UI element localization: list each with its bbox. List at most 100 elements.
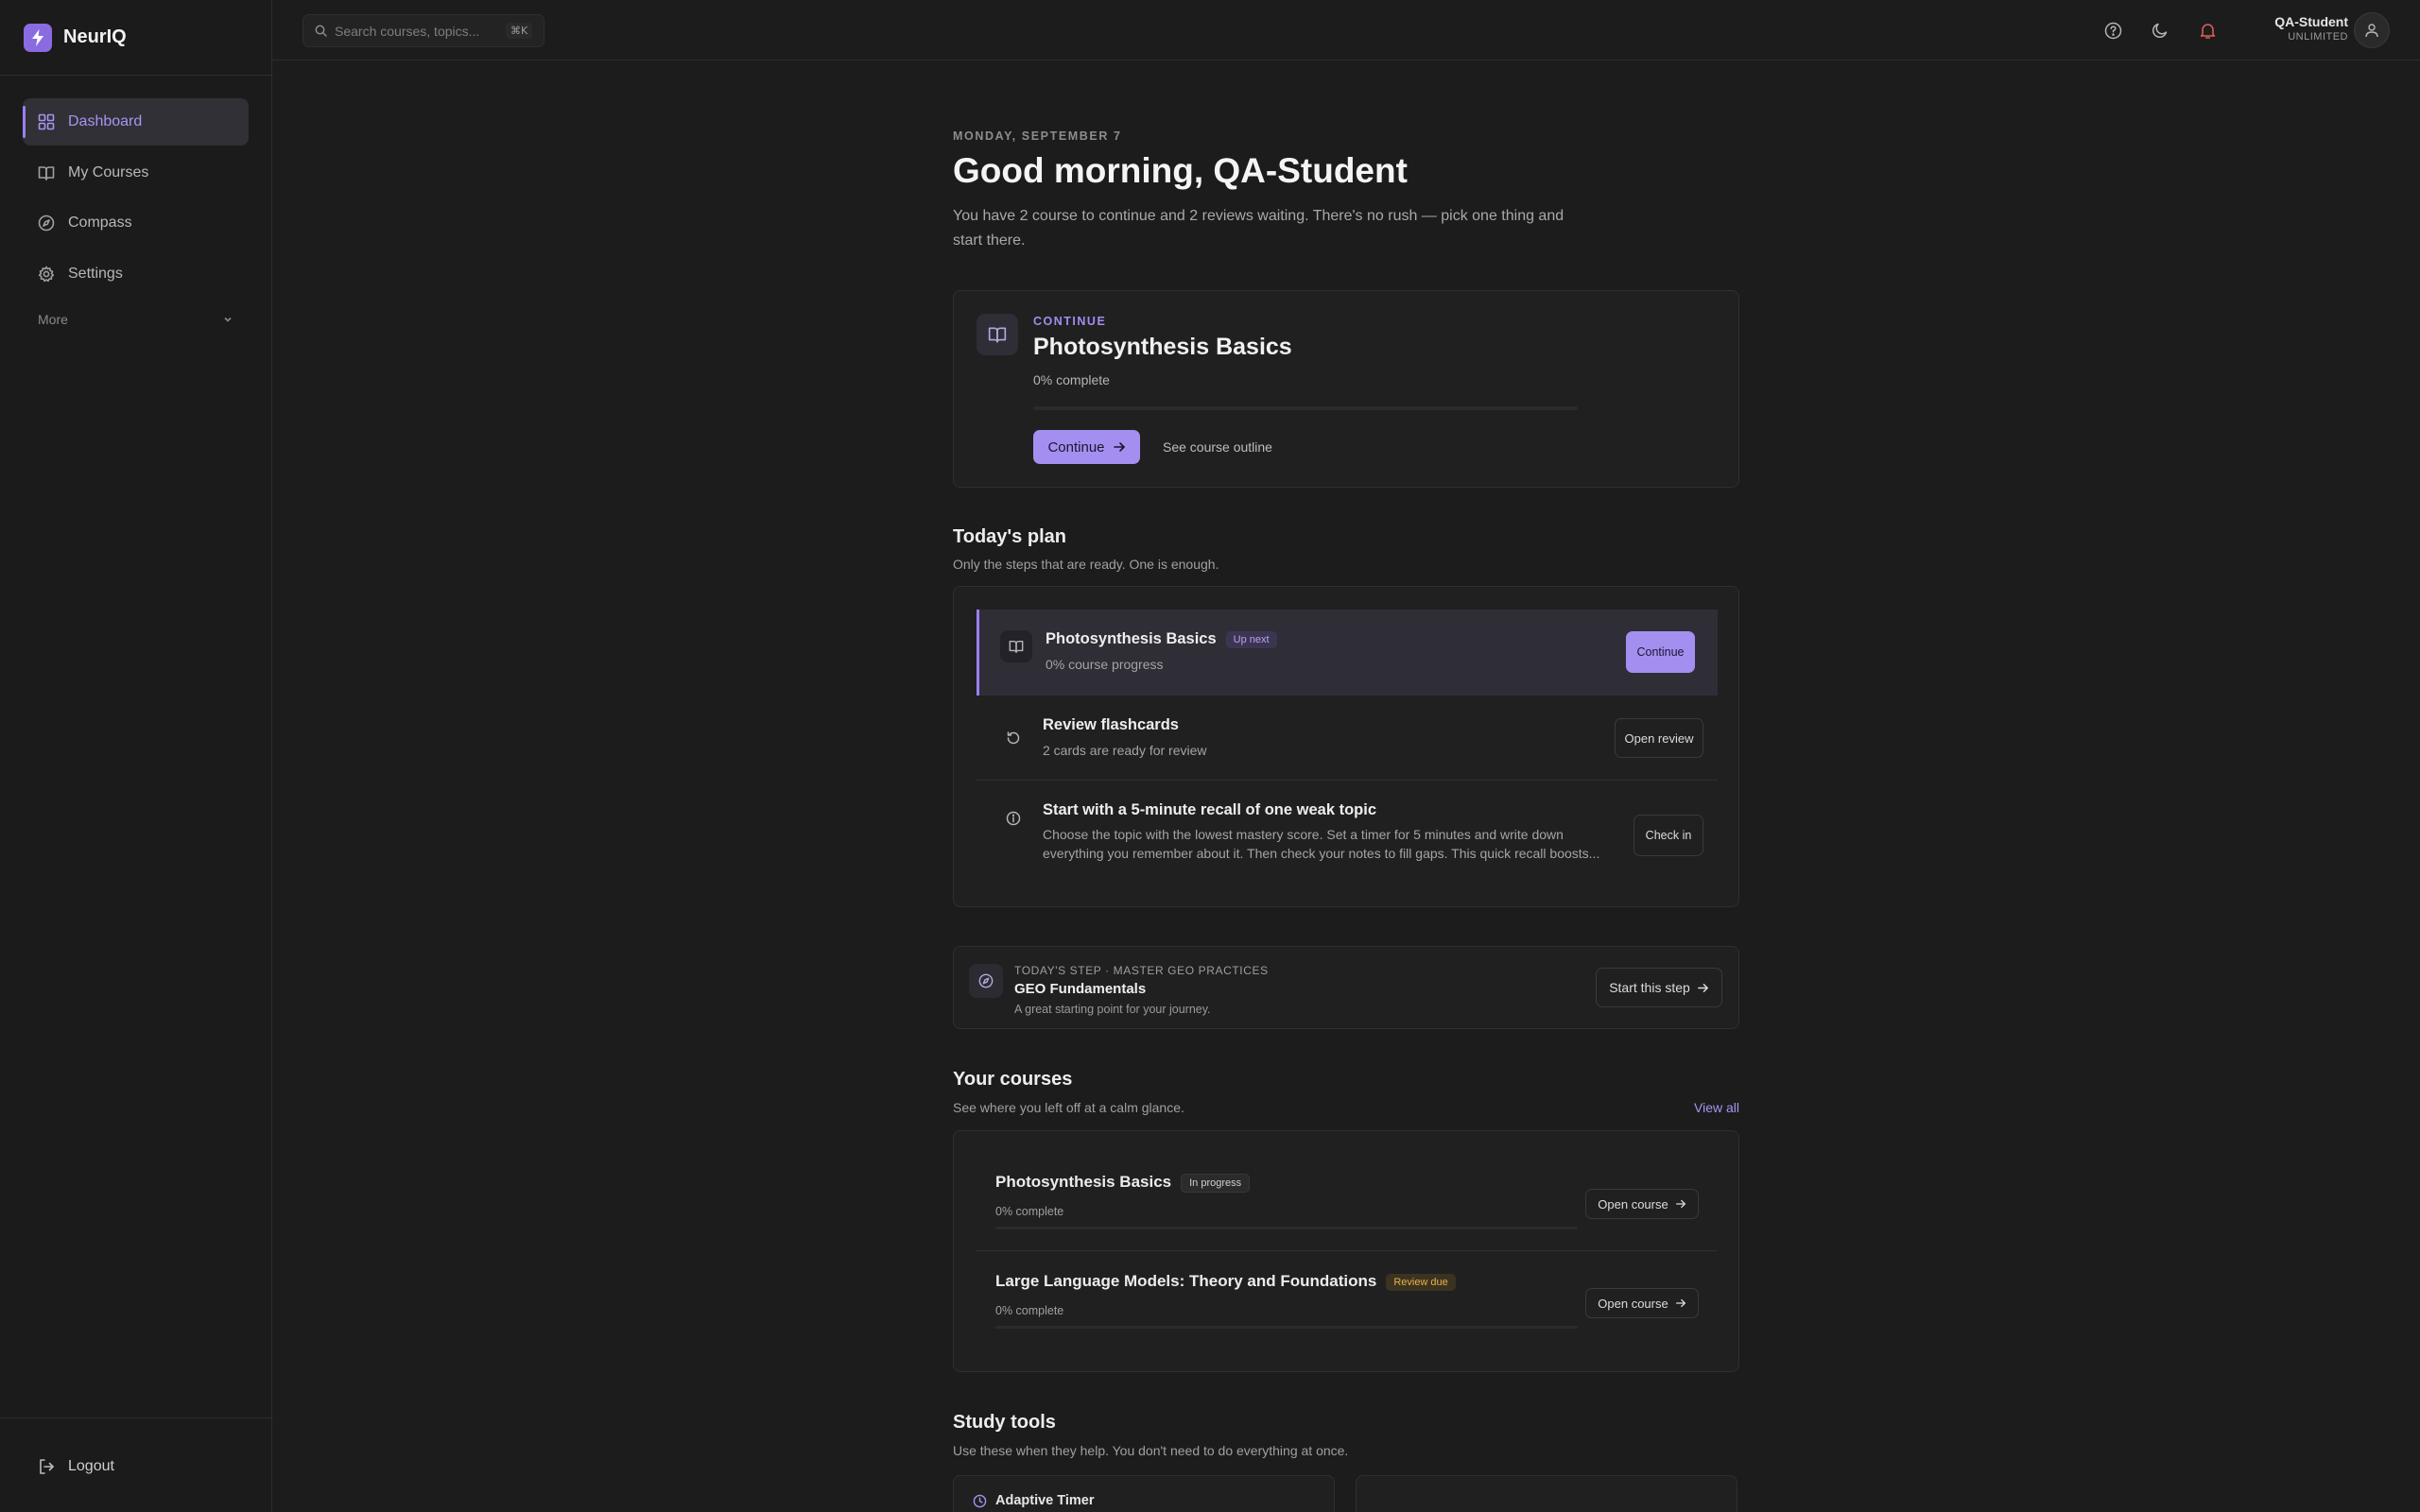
view-all-link[interactable]: View all [1694, 1100, 1739, 1115]
sidebar-item-dashboard[interactable]: Dashboard [23, 98, 249, 146]
divider [977, 1250, 1718, 1251]
logout-button[interactable]: Logout [23, 1441, 249, 1492]
course-item[interactable]: Photosynthesis Basics In progress 0% comp… [995, 1173, 1721, 1229]
plan-item-subtitle: 2 cards are ready for review [1043, 743, 1207, 758]
help-button[interactable] [2099, 16, 2127, 44]
sidebar-item-my-courses[interactable]: My Courses [23, 149, 249, 197]
plan-item-subtitle: Choose the topic with the lowest mastery… [1043, 827, 1600, 861]
chevron-down-icon [222, 314, 233, 325]
sidebar-item-label: Settings [68, 265, 123, 282]
arrow-right-icon [1675, 1198, 1686, 1210]
plan-item-flashcards[interactable]: Review flashcards 2 cards are ready for … [977, 696, 1718, 781]
intro-text: You have 2 course to continue and 2 revi… [953, 208, 1564, 249]
bell-icon [2199, 22, 2217, 40]
topbar: ⌘K QA-Student UNLIMITED [272, 0, 2420, 60]
check-in-button[interactable]: Check in [1634, 815, 1703, 856]
courses-subtitle: See where you left off at a calm glance. [953, 1100, 1184, 1115]
theme-toggle-button[interactable] [2146, 16, 2174, 44]
logout-label: Logout [68, 1458, 114, 1474]
arrow-right-icon [1697, 982, 1709, 994]
tool-title: Adaptive Timer [995, 1493, 1095, 1508]
plan-item-title-text: Photosynthesis Basics [1046, 630, 1217, 647]
course-progress-text: 0% complete [995, 1304, 1064, 1317]
continue-button-label: Continue [1047, 438, 1105, 455]
info-icon [997, 802, 1029, 834]
sidebar-item-compass[interactable]: Compass [23, 199, 249, 247]
plan-card: Photosynthesis Basics Up next 0% course p… [953, 586, 1739, 907]
plan-item-recall[interactable]: Start with a 5-minute recall of one weak… [977, 781, 1718, 885]
notifications-button[interactable] [2193, 16, 2221, 44]
course-progress-bar [995, 1227, 1578, 1229]
user-info[interactable]: QA-Student UNLIMITED [2274, 14, 2348, 43]
course-progress-bar [995, 1326, 1578, 1329]
grid-icon [38, 113, 55, 130]
open-review-button[interactable]: Open review [1615, 718, 1703, 758]
sidebar-footer: Logout [0, 1418, 271, 1512]
start-step-label: Start this step [1609, 980, 1690, 995]
sidebar-item-label: My Courses [68, 163, 149, 180]
sidebar: NeurIQ Dashboard My Courses Compass Sett… [0, 0, 272, 1512]
search-icon [315, 25, 327, 37]
sidebar-more-toggle[interactable]: More [23, 301, 249, 338]
step-subtitle: A great starting point for your journey. [1014, 1003, 1211, 1016]
status-badge: Up next [1225, 630, 1277, 648]
continue-label: CONTINUE [1033, 315, 1107, 328]
tool-card[interactable] [1356, 1475, 1737, 1512]
continue-button[interactable]: Continue [1033, 430, 1140, 464]
open-course-label: Open course [1598, 1196, 1668, 1211]
plan-subtitle: Only the steps that are ready. One is en… [953, 557, 1219, 572]
compass-icon [38, 215, 55, 232]
date-label: MONDAY, SEPTEMBER 7 [953, 129, 1122, 143]
app-name: NeurIQ [63, 26, 127, 47]
status-badge: In progress [1181, 1173, 1251, 1193]
gear-icon [38, 266, 55, 283]
continue-progress-bar [1033, 406, 1578, 410]
book-icon [977, 314, 1018, 355]
study-tools-subtitle: Use these when they help. You don't need… [953, 1443, 1349, 1458]
logout-icon [38, 1458, 55, 1475]
arrow-right-icon [1675, 1297, 1686, 1309]
tool-card-adaptive-timer[interactable]: Adaptive Timer [953, 1475, 1335, 1512]
sidebar-item-settings[interactable]: Settings [23, 250, 249, 298]
plan-title: Today's plan [953, 526, 1066, 547]
moon-icon [2152, 22, 2169, 39]
avatar[interactable] [2354, 12, 2390, 48]
user-icon [2364, 23, 2379, 38]
plan-item-title: Start with a 5-minute recall of one weak… [1043, 801, 1376, 818]
courses-card: Photosynthesis Basics In progress 0% comp… [953, 1130, 1739, 1372]
arrow-right-icon [1113, 440, 1126, 454]
course-title: Large Language Models: Theory and Founda… [995, 1272, 1456, 1291]
user-plan: UNLIMITED [2288, 31, 2348, 43]
page-title: Good morning, QA-Student [953, 151, 1408, 190]
course-title-text: Large Language Models: Theory and Founda… [995, 1272, 1377, 1290]
study-tools-title: Study tools [953, 1412, 1056, 1433]
course-item[interactable]: Large Language Models: Theory and Founda… [995, 1272, 1721, 1329]
plan-item-title: Photosynthesis Basics Up next [1046, 630, 1277, 648]
sidebar-item-label: Compass [68, 215, 132, 231]
lightning-logo-icon [24, 23, 52, 52]
help-icon [2104, 22, 2122, 40]
search-box[interactable]: ⌘K [302, 14, 544, 47]
clock-icon [973, 1494, 987, 1508]
see-course-outline-link[interactable]: See course outline [1163, 439, 1272, 455]
course-title: Photosynthesis Basics In progress [995, 1173, 1251, 1193]
step-label: TODAY'S STEP · MASTER GEO PRACTICES [1014, 964, 1269, 977]
brand[interactable]: NeurIQ [0, 0, 271, 76]
plan-continue-button[interactable]: Continue [1626, 631, 1695, 673]
search-input[interactable] [335, 23, 506, 39]
plan-item-subtitle: 0% course progress [1046, 657, 1164, 672]
compass-icon [969, 964, 1003, 998]
step-title: GEO Fundamentals [1014, 981, 1147, 997]
book-icon [38, 164, 55, 181]
start-step-button[interactable]: Start this step [1596, 968, 1722, 1007]
open-course-button[interactable]: Open course [1585, 1288, 1699, 1318]
open-course-button[interactable]: Open course [1585, 1189, 1699, 1219]
sidebar-item-label: Dashboard [68, 113, 143, 129]
plan-item-course[interactable]: Photosynthesis Basics Up next 0% course p… [977, 610, 1718, 696]
plan-item-title: Review flashcards [1043, 716, 1179, 733]
course-title-text: Photosynthesis Basics [995, 1173, 1172, 1191]
open-course-label: Open course [1598, 1296, 1668, 1311]
refresh-icon [997, 722, 1029, 754]
search-shortcut: ⌘K [506, 23, 533, 39]
courses-title: Your courses [953, 1069, 1073, 1090]
